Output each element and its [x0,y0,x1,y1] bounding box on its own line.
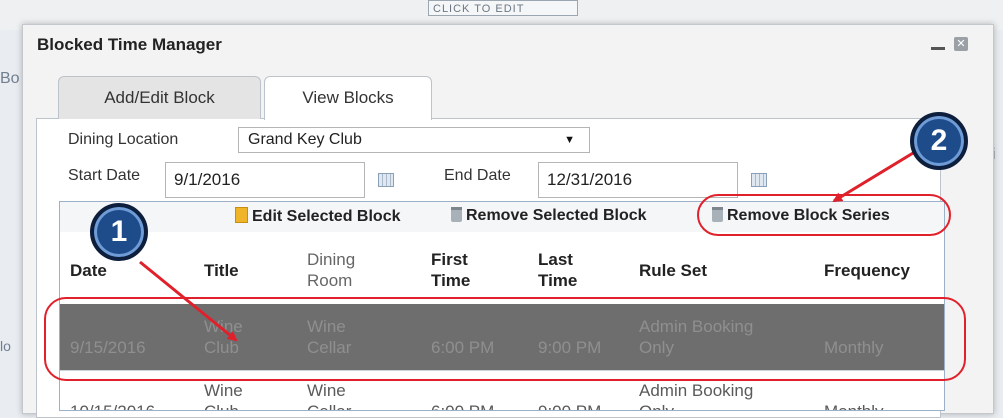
callout-badge-2: 2 [910,112,968,170]
callout-badge-1: 1 [90,203,148,261]
callout-arrows [139,148,919,342]
arrow-2 [832,148,919,203]
arrow-1 [139,260,238,342]
